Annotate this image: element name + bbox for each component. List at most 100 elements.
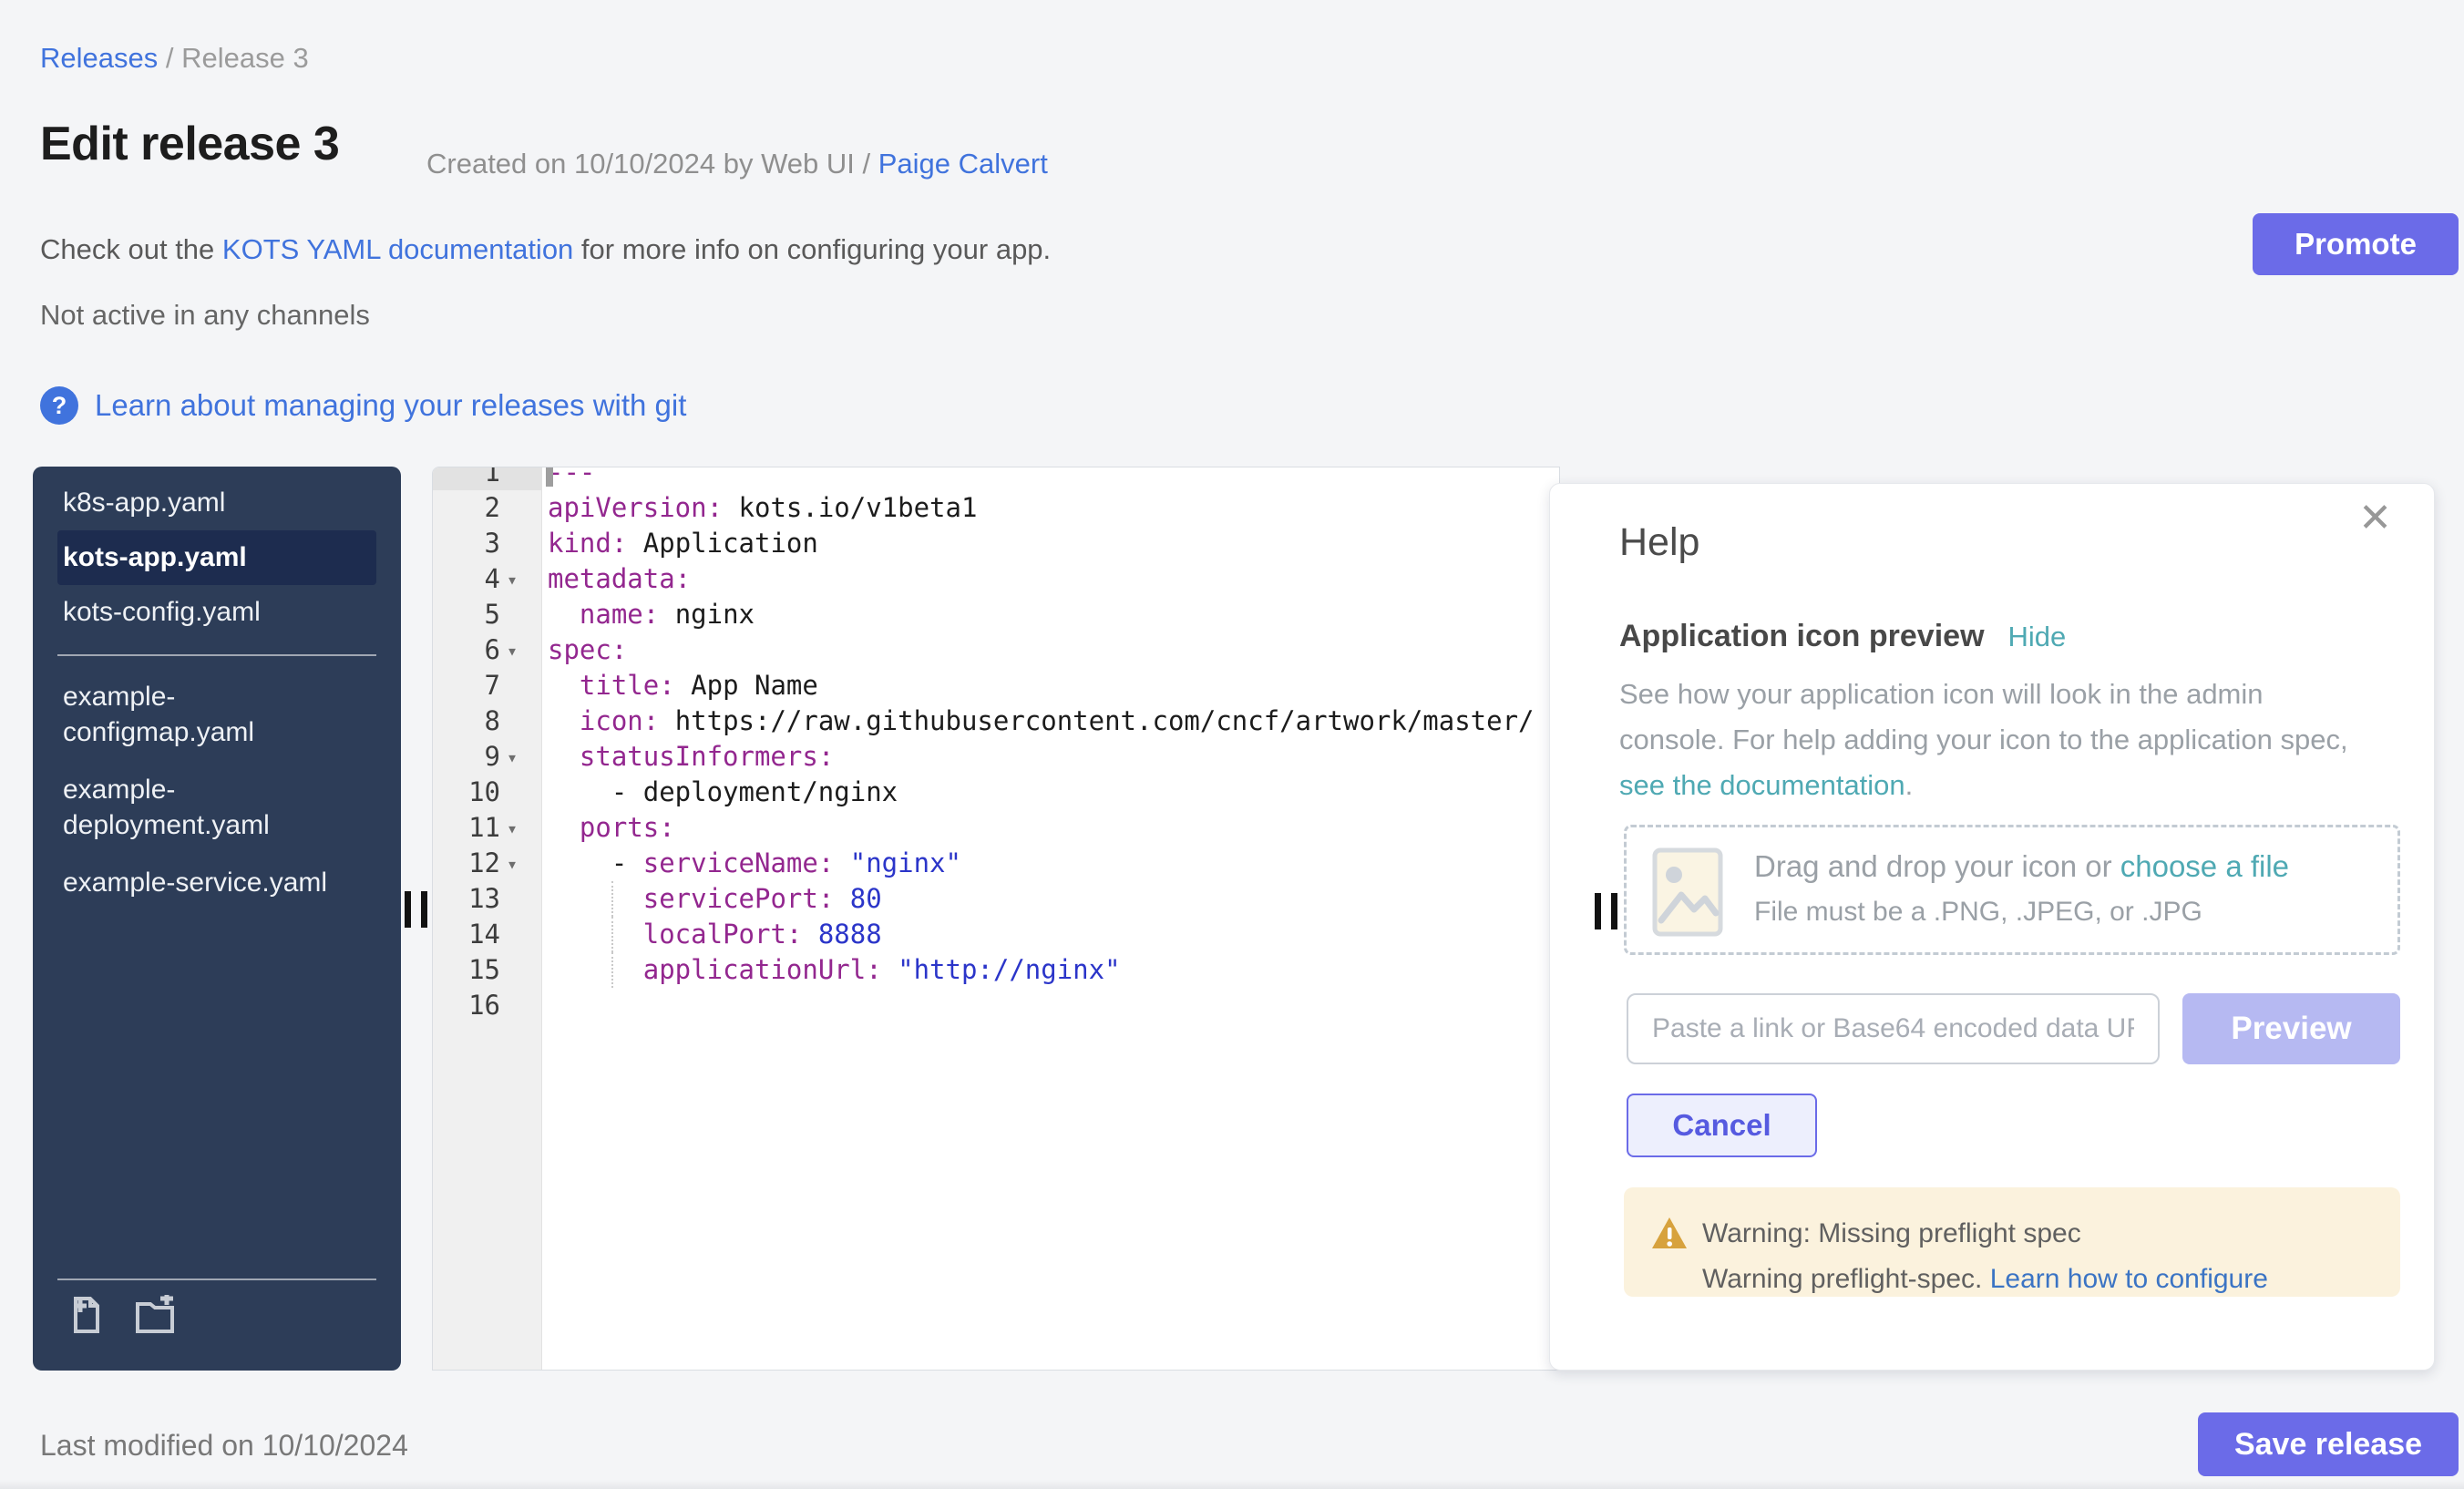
token-plain: kots.io/v1beta1 (723, 492, 977, 523)
preview-button[interactable]: Preview (2182, 993, 2400, 1064)
line-number: 4 (433, 561, 500, 597)
help-resize-handle-bar-right[interactable] (1611, 893, 1617, 929)
line-number: 8 (433, 703, 500, 739)
gutter-line-9: 9▾ (433, 739, 541, 775)
code-line-1[interactable]: --- (548, 467, 1559, 490)
code-line-8[interactable]: icon: https://raw.githubusercontent.com/… (548, 703, 1559, 739)
fold-spacer (500, 952, 541, 988)
help-resize-handle-bar-left[interactable] (1595, 893, 1601, 929)
created-line: Created on 10/10/2024 by Web UI / Paige … (426, 148, 1048, 180)
token-plain: - (548, 847, 643, 878)
preflight-warning-box: Warning: Missing preflight spec Warning … (1624, 1187, 2400, 1297)
description-text: See how your application icon will look … (1619, 678, 2348, 755)
editor-code-area[interactable]: ---apiVersion: kots.io/v1beta1kind: Appl… (548, 467, 1559, 1023)
icon-dropzone[interactable]: Drag and drop your icon or choose a file… (1624, 825, 2400, 955)
line-number: 1 (433, 467, 500, 490)
fold-spacer (500, 881, 541, 917)
token-str: "nginx" (834, 847, 961, 878)
code-line-12[interactable]: - serviceName: "nginx" (548, 846, 1559, 881)
line-number: 11 (433, 810, 500, 846)
line-number: 6 (433, 632, 500, 668)
gutter-line-15: 15 (433, 952, 541, 988)
author-link[interactable]: Paige Calvert (878, 148, 1048, 180)
breadcrumb-separator: / (158, 42, 181, 74)
code-line-7[interactable]: title: App Name (548, 668, 1559, 703)
sidebar-file-example-deployment-yaml[interactable]: example-deployment.yaml (57, 765, 376, 849)
token-key: serviceName: (643, 847, 835, 878)
help-panel: ✕ Help Application icon preview Hide See… (1549, 483, 2435, 1371)
warning-icon (1651, 1217, 1688, 1254)
breadcrumb-releases-link[interactable]: Releases (40, 42, 158, 74)
choose-file-link[interactable]: choose a file (2120, 849, 2289, 883)
file-sidebar: k8s-app.yamlkots-app.yamlkots-config.yam… (33, 467, 401, 1371)
line-number: 12 (433, 846, 500, 881)
gutter-line-11: 11▾ (433, 810, 541, 846)
code-line-15[interactable]: applicationUrl: "http://nginx" (548, 952, 1559, 988)
new-file-icon[interactable] (67, 1295, 108, 1341)
line-number: 5 (433, 597, 500, 632)
help-panel-title: Help (1619, 520, 1699, 565)
dropzone-file-types: File must be a .PNG, .JPEG, or .JPG (1754, 897, 2202, 928)
code-line-16[interactable] (548, 988, 1559, 1023)
learn-configure-link[interactable]: Learn how to configure (1990, 1264, 2268, 1294)
fold-arrow-icon[interactable]: ▾ (500, 739, 541, 775)
line-number: 10 (433, 775, 500, 810)
code-line-2[interactable]: apiVersion: kots.io/v1beta1 (548, 490, 1559, 526)
token-plain: Application (627, 528, 818, 559)
sidebar-resize-handle-bar-left[interactable] (405, 891, 411, 928)
hide-link[interactable]: Hide (2008, 621, 2067, 653)
code-line-11[interactable]: ports: (548, 810, 1559, 846)
token-meta: --- (548, 467, 595, 488)
kots-yaml-doc-link[interactable]: KOTS YAML documentation (222, 233, 573, 265)
token-key: ports: (548, 812, 675, 843)
fold-arrow-icon[interactable]: ▾ (500, 810, 541, 846)
bottom-edge (0, 1480, 2464, 1489)
sidebar-file-example-configmap-yaml[interactable]: example-configmap.yaml (57, 673, 376, 756)
gutter-line-6: 6▾ (433, 632, 541, 668)
token-plain (548, 741, 580, 772)
description-period: . (1905, 769, 1914, 801)
fold-arrow-icon[interactable]: ▾ (500, 846, 541, 881)
dropzone-text: Drag and drop your icon or (1754, 849, 2120, 883)
fold-arrow-icon[interactable]: ▾ (500, 561, 541, 597)
sidebar-file-kots-config-yaml[interactable]: kots-config.yaml (57, 585, 376, 640)
icon-preview-title: Application icon preview (1619, 619, 1985, 654)
breadcrumb-current: Release 3 (181, 42, 309, 74)
token-num2: 8888 (802, 919, 881, 950)
file-list-examples: example-configmap.yaml example-deployment… (33, 673, 401, 907)
sidebar-file-example-service-yaml[interactable]: example-service.yaml (57, 858, 376, 907)
git-help-row: ? Learn about managing your releases wit… (40, 386, 686, 425)
code-line-5[interactable]: name: nginx (548, 597, 1559, 632)
code-line-3[interactable]: kind: Application (548, 526, 1559, 561)
close-icon[interactable]: ✕ (2358, 498, 2392, 539)
sidebar-file-kots-app-yaml[interactable]: kots-app.yaml (57, 530, 376, 585)
fold-arrow-icon[interactable]: ▾ (500, 632, 541, 668)
fold-spacer (500, 526, 541, 561)
yaml-code-editor[interactable]: 1234▾56▾789▾1011▾12▾13141516 ---apiVersi… (432, 467, 1560, 1371)
token-key: metadata: (548, 563, 691, 594)
save-release-button[interactable]: Save release (2198, 1412, 2459, 1476)
git-help-link[interactable]: Learn about managing your releases with … (95, 388, 686, 423)
token-key: title: (580, 670, 675, 701)
code-line-10[interactable]: - deployment/nginx (548, 775, 1559, 810)
fold-spacer (500, 703, 541, 739)
token-key: name: (580, 599, 659, 630)
see-documentation-link[interactable]: see the documentation (1619, 769, 1905, 801)
new-folder-icon[interactable] (132, 1295, 178, 1341)
file-list-main: k8s-app.yamlkots-app.yamlkots-config.yam… (33, 476, 401, 640)
promote-button[interactable]: Promote (2253, 213, 2459, 275)
cancel-button[interactable]: Cancel (1627, 1094, 1817, 1157)
code-line-6[interactable]: spec: (548, 632, 1559, 668)
intro-line: Check out the KOTS YAML documentation fo… (40, 233, 1051, 266)
sidebar-footer (57, 1278, 376, 1341)
line-number: 2 (433, 490, 500, 526)
code-line-14[interactable]: localPort: 8888 (548, 917, 1559, 952)
code-line-13[interactable]: servicePort: 80 (548, 881, 1559, 917)
token-plain: nginx (659, 599, 755, 630)
gutter-line-2: 2 (433, 490, 541, 526)
code-line-9[interactable]: statusInformers: (548, 739, 1559, 775)
sidebar-resize-handle-bar-right[interactable] (421, 891, 427, 928)
sidebar-file-k8s-app-yaml[interactable]: k8s-app.yaml (57, 476, 376, 530)
code-line-4[interactable]: metadata: (548, 561, 1559, 597)
icon-url-input[interactable] (1627, 993, 2160, 1064)
